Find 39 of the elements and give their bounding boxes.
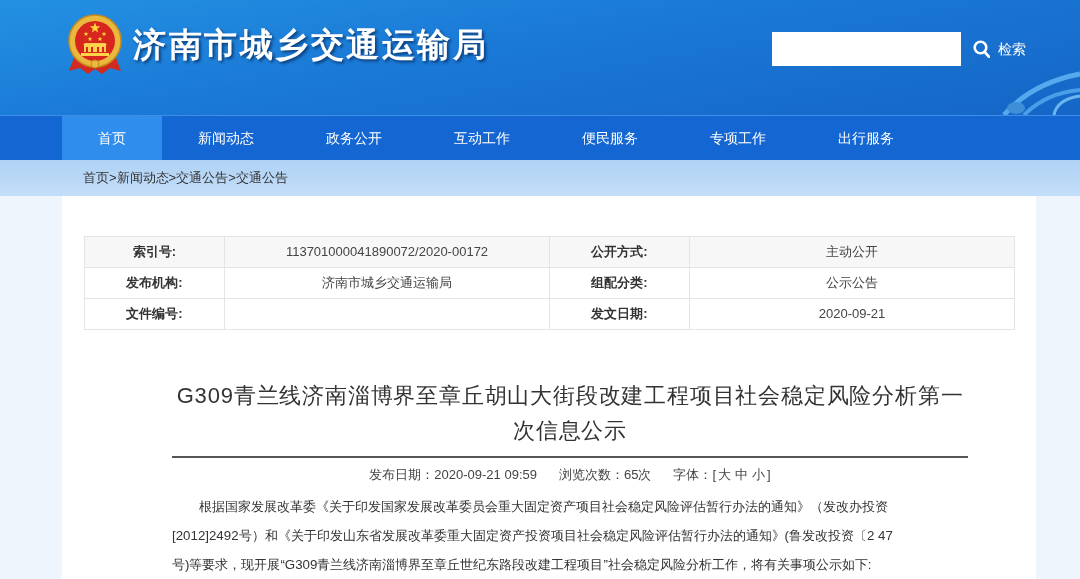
- nav-tab[interactable]: 首页: [62, 116, 162, 160]
- article-title: G309青兰线济南淄博界至章丘胡山大街段改建工程项目社会稳定风险分析第一次信息公示: [175, 382, 965, 445]
- field-label: 索引号:: [84, 236, 225, 268]
- field-label: 文件编号:: [84, 298, 225, 330]
- breadcrumb-link[interactable]: 交通公告: [176, 170, 229, 185]
- field-value: 济南市城乡交通运输局: [224, 267, 550, 299]
- nav-tab[interactable]: 互动工作: [418, 116, 546, 160]
- field-label: 组配分类:: [549, 267, 690, 299]
- breadcrumb-link[interactable]: 新闻动态: [116, 170, 169, 185]
- search-field[interactable]: [772, 32, 961, 66]
- site-title: 济南市城乡交通运输局: [133, 26, 488, 64]
- font-size-label: 字体：[: [673, 467, 717, 482]
- article-body: 根据国家发展改革委《关于印发国家发展改革委员会重大固定资产项目社会稳定风险评估暂行办法的通知》（发改办投资 [2012]2492号）和《关于印发山东省发展改革委重大固定资产投资项目社会稳定风险评估暂行办法的通知》(鲁发改投资〔2 47 号)等要求，现开展“G309青兰线济南淄博界至章丘世纪东路段改建工程项目”社会稳定风险分析工作，将有关事项公示如下:: [172, 498, 894, 574]
- breadcrumb-separator: >: [168, 170, 177, 185]
- breadcrumb-separator: >: [109, 170, 117, 185]
- search-button[interactable]: 检索: [961, 32, 1026, 66]
- search-icon: [973, 40, 990, 58]
- font-size-link[interactable]: 中: [735, 467, 749, 482]
- font-size-link[interactable]: 小: [752, 467, 766, 482]
- nav-tab[interactable]: 出行服务: [802, 116, 930, 160]
- nav-tab[interactable]: 专项工作: [674, 116, 802, 160]
- bracket-text: ]: [767, 467, 771, 482]
- breadcrumb-link[interactable]: 首页: [83, 170, 109, 185]
- field-value: 主动公开: [689, 236, 1015, 268]
- nav-tab[interactable]: 便民服务: [546, 116, 674, 160]
- font-size-link[interactable]: 大: [718, 467, 732, 482]
- breadcrumb-separator: >: [228, 170, 236, 185]
- field-value: 113701000041890072/2020-00172: [224, 236, 550, 268]
- view-count: 浏览次数：65次: [558, 467, 652, 482]
- nav-tab[interactable]: 政务公开: [290, 116, 418, 160]
- field-value: 公示公告: [689, 267, 1015, 299]
- breadcrumb-link[interactable]: 交通公告: [235, 170, 288, 185]
- field-label: 发文日期:: [549, 298, 690, 330]
- field-label: 发布机构:: [84, 267, 225, 299]
- field-label: 公开方式:: [549, 236, 690, 268]
- emblem-logo: [66, 14, 124, 76]
- field-value: 2020-09-21: [689, 298, 1015, 330]
- publish-date: 发布日期：2020-09-21 09:59: [369, 467, 537, 482]
- nav-tab[interactable]: 新闻动态: [162, 116, 290, 160]
